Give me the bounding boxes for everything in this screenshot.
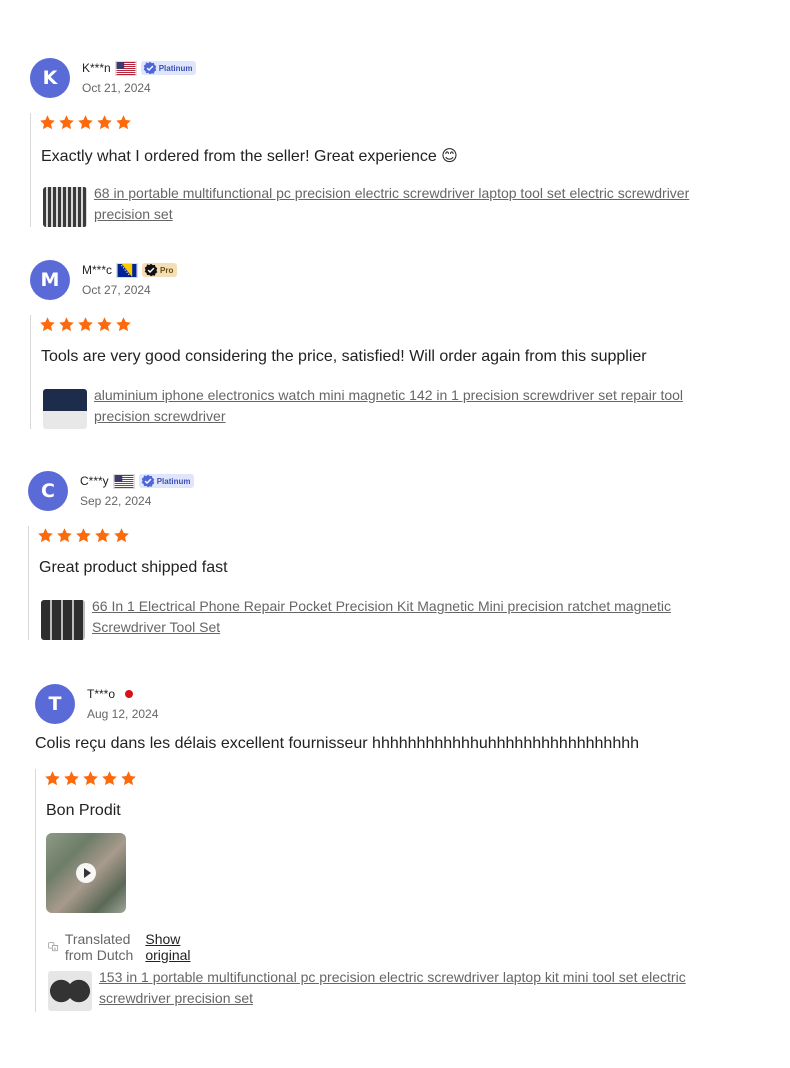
product-title-line[interactable]: aluminium iphone electronics watch mini … <box>94 387 683 403</box>
review-date: Sep 22, 2024 <box>80 494 152 508</box>
star-rating <box>39 114 132 131</box>
star-icon <box>82 770 99 787</box>
product-title-line[interactable]: 66 In 1 Electrical Phone Repair Pocket P… <box>92 598 671 614</box>
star-rating <box>39 316 132 333</box>
product-title-line[interactable]: Screwdriver Tool Set <box>92 619 220 635</box>
review-date: Aug 12, 2024 <box>87 707 159 721</box>
product-title[interactable]: 68 in portable multifunctional pc precis… <box>94 183 744 225</box>
play-icon[interactable] <box>76 863 96 883</box>
username-text: M***c <box>82 263 113 277</box>
product-title-line[interactable]: screwdriver precision set <box>99 990 253 1006</box>
translated-label: Translated from Dutch <box>64 931 134 963</box>
star-icon <box>44 770 61 787</box>
username-text: C***y <box>80 474 109 488</box>
username-text: T***o <box>87 687 116 701</box>
product-title[interactable]: aluminium iphone electronics watch mini … <box>94 385 744 427</box>
avatar: T <box>35 684 75 724</box>
review-text: Great product shipped fast <box>39 559 228 576</box>
badge-label: Platinum <box>156 476 191 486</box>
product-link[interactable]: 68 in portable multifunctional pc precis… <box>43 185 744 227</box>
star-icon <box>115 316 132 333</box>
star-icon <box>39 114 56 131</box>
username: T***o <box>87 685 134 703</box>
status-dot-icon <box>125 690 134 698</box>
avatar: K <box>30 58 70 98</box>
star-rating <box>44 770 137 787</box>
review-text: Exactly what I ordered from the seller! … <box>41 148 458 165</box>
product-title[interactable]: 66 In 1 Electrical Phone Repair Pocket P… <box>92 596 742 638</box>
avatar: C <box>28 471 68 511</box>
star-icon <box>75 527 92 544</box>
username: K***n Platinum <box>82 59 197 77</box>
username: M***c Pro <box>82 261 178 279</box>
product-link[interactable]: 153 in 1 portable multifunctional pc pre… <box>48 969 749 1011</box>
star-icon <box>58 114 75 131</box>
review-date: Oct 27, 2024 <box>82 283 151 297</box>
product-thumbnail[interactable] <box>43 389 87 429</box>
badge-label: Platinum <box>158 63 193 73</box>
badge-label: Pro <box>160 265 174 275</box>
verified-check-icon <box>141 474 155 488</box>
star-icon <box>63 770 80 787</box>
star-icon <box>94 527 111 544</box>
star-icon <box>96 316 113 333</box>
svg-text:A: A <box>54 946 57 951</box>
verified-check-icon <box>143 61 157 75</box>
review-body: Bon Prodit A Translated from Dutch Show … <box>35 769 686 1012</box>
product-link[interactable]: aluminium iphone electronics watch mini … <box>43 387 744 429</box>
platinum-badge: Platinum <box>138 474 195 488</box>
star-icon <box>77 114 94 131</box>
review-body: Great product shipped fast 66 In 1 Elect… <box>28 526 671 640</box>
star-icon <box>101 770 118 787</box>
star-icon <box>115 114 132 131</box>
star-icon <box>120 770 137 787</box>
product-title-line[interactable]: precision screwdriver <box>94 408 225 424</box>
verified-check-icon <box>144 263 158 277</box>
product-title-line[interactable]: precision set <box>94 206 173 222</box>
review-date: Oct 21, 2024 <box>82 81 151 95</box>
us-flag-icon <box>114 60 137 76</box>
star-icon <box>96 114 113 131</box>
product-link[interactable]: 66 In 1 Electrical Phone Repair Pocket P… <box>41 598 742 640</box>
star-icon <box>39 316 56 333</box>
star-icon <box>58 316 75 333</box>
star-icon <box>56 527 73 544</box>
star-icon <box>113 527 130 544</box>
review-comment: Colis reçu dans les délais excellent fou… <box>35 735 640 752</box>
platinum-badge: Platinum <box>140 61 197 75</box>
review-body: Exactly what I ordered from the seller! … <box>30 113 689 227</box>
product-thumbnail[interactable] <box>43 187 87 227</box>
star-icon <box>37 527 54 544</box>
product-thumbnail[interactable] <box>41 600 85 640</box>
show-original-link[interactable]: Show original <box>145 931 190 963</box>
star-icon <box>77 316 94 333</box>
product-title-line[interactable]: 153 in 1 portable multifunctional pc pre… <box>99 969 686 985</box>
review-text: Bon Prodit <box>46 802 121 819</box>
translation-note: A Translated from Dutch Show original <box>48 931 191 963</box>
review-text: Tools are very good considering the pric… <box>41 348 647 365</box>
product-title[interactable]: 153 in 1 portable multifunctional pc pre… <box>99 967 749 1009</box>
review-body: Tools are very good considering the pric… <box>30 315 683 429</box>
translate-icon: A <box>48 942 59 952</box>
ba-flag-icon <box>116 262 139 278</box>
avatar: M <box>30 260 70 300</box>
username: C***y Platinum <box>80 472 195 490</box>
star-rating <box>37 527 130 544</box>
us-flag-icon <box>112 473 135 489</box>
username-text: K***n <box>82 61 111 75</box>
product-thumbnail[interactable] <box>48 971 92 1011</box>
pro-badge: Pro <box>142 263 178 277</box>
review-video-thumbnail[interactable] <box>46 833 126 913</box>
product-title-line[interactable]: 68 in portable multifunctional pc precis… <box>94 185 689 201</box>
